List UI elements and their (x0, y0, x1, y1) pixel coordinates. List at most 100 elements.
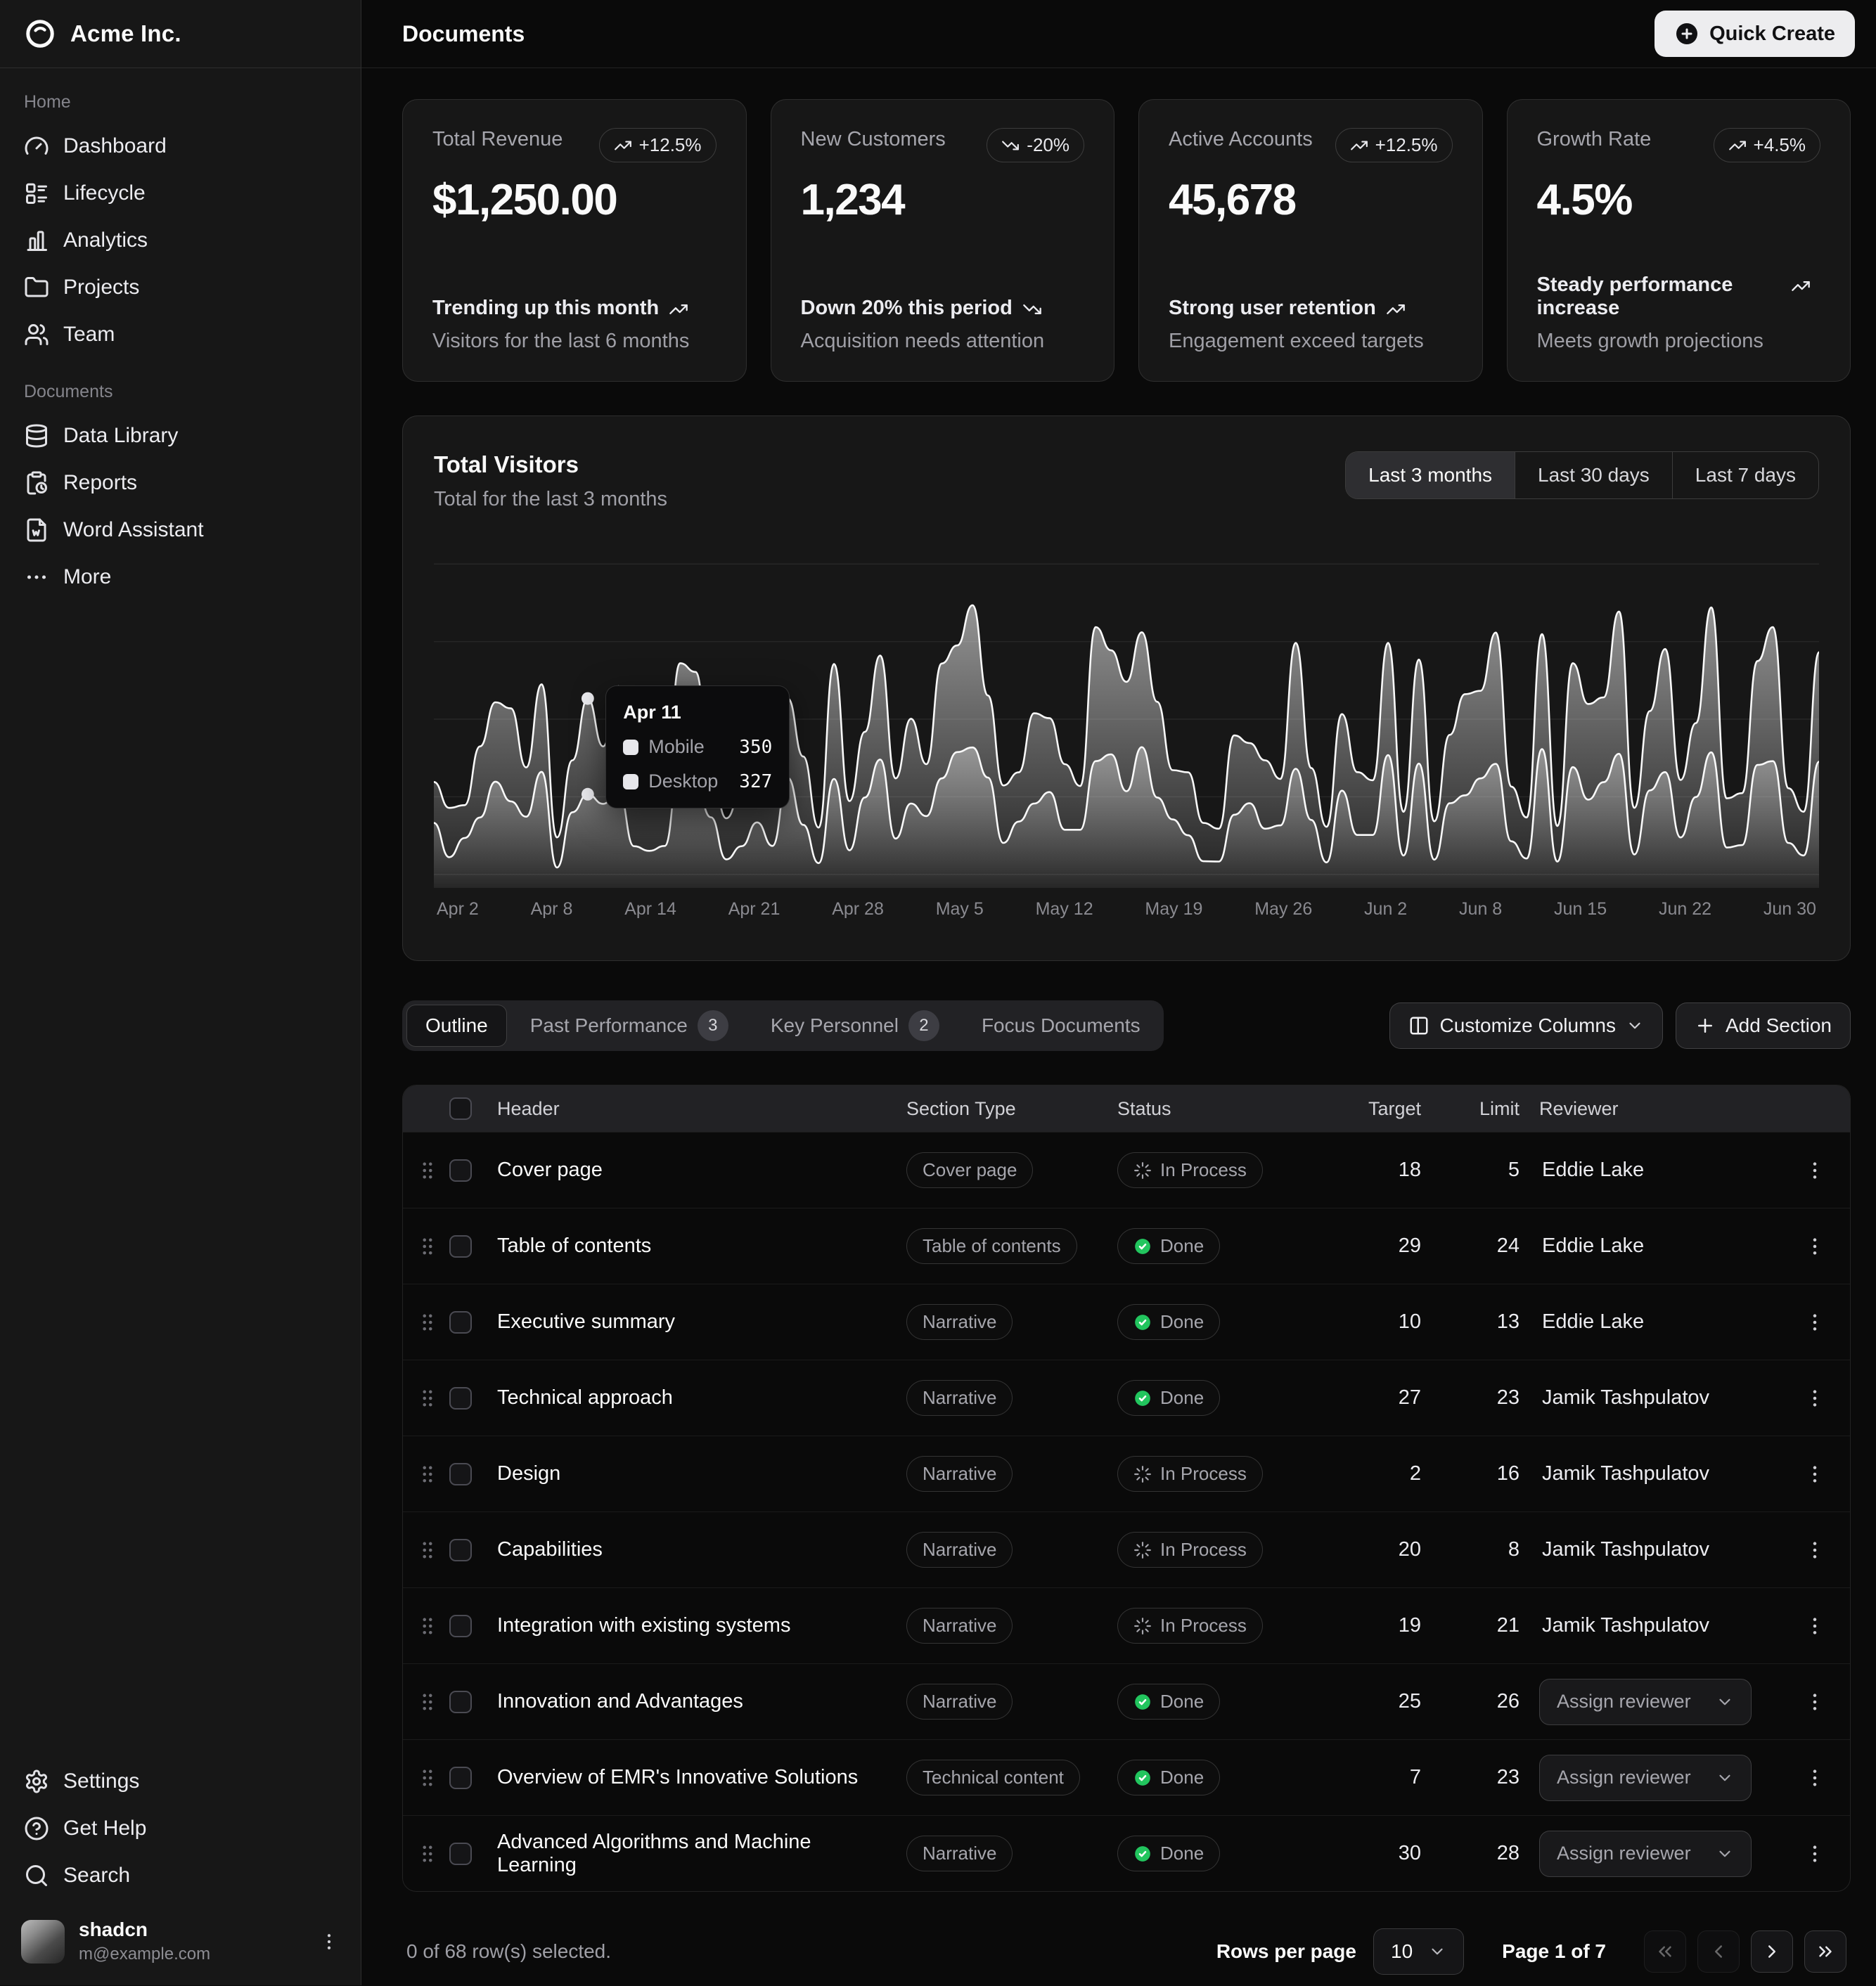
target-value[interactable]: 20 (1342, 1538, 1441, 1561)
row-menu-icon[interactable] (1804, 1615, 1826, 1637)
ellipsis-icon (24, 565, 49, 590)
row-menu-icon[interactable] (1804, 1767, 1826, 1789)
sidebar-item-more[interactable]: More (11, 553, 349, 600)
prev-page-button[interactable] (1697, 1930, 1740, 1973)
target-value[interactable]: 30 (1342, 1842, 1441, 1865)
sidebar-item-data-library[interactable]: Data Library (11, 412, 349, 459)
drag-handle-icon[interactable] (416, 1234, 439, 1258)
row-menu-icon[interactable] (1804, 1463, 1826, 1485)
row-header[interactable]: Design (497, 1462, 906, 1485)
sidebar-item-dashboard[interactable]: Dashboard (11, 122, 349, 169)
row-checkbox[interactable] (449, 1311, 472, 1334)
rows-per-page-select[interactable]: 10 (1373, 1928, 1464, 1975)
row-menu-icon[interactable] (1804, 1235, 1826, 1258)
sidebar-item-reports[interactable]: Reports (11, 459, 349, 506)
next-page-button[interactable] (1751, 1930, 1793, 1973)
row-checkbox[interactable] (449, 1691, 472, 1713)
add-section-button[interactable]: Add Section (1676, 1002, 1851, 1049)
row-header[interactable]: Integration with existing systems (497, 1614, 906, 1637)
limit-value[interactable]: 23 (1441, 1766, 1539, 1789)
row-menu-icon[interactable] (1804, 1311, 1826, 1334)
row-header[interactable]: Overview of EMR's Innovative Solutions (497, 1766, 906, 1789)
limit-value[interactable]: 8 (1441, 1538, 1539, 1561)
row-checkbox[interactable] (449, 1235, 472, 1258)
row-checkbox[interactable] (449, 1843, 472, 1865)
drag-handle-icon[interactable] (416, 1310, 439, 1334)
row-header[interactable]: Cover page (497, 1159, 906, 1182)
target-value[interactable]: 27 (1342, 1386, 1441, 1410)
range-last-7-days[interactable]: Last 7 days (1672, 452, 1818, 498)
row-header[interactable]: Innovation and Advantages (497, 1690, 906, 1713)
drag-handle-icon[interactable] (416, 1386, 439, 1410)
limit-value[interactable]: 5 (1441, 1159, 1539, 1182)
sidebar-item-word-assistant[interactable]: Word Assistant (11, 506, 349, 553)
tab-key-personnel[interactable]: Key Personnel2 (752, 1005, 958, 1047)
customize-columns-button[interactable]: Customize Columns (1389, 1002, 1663, 1049)
target-value[interactable]: 2 (1342, 1462, 1441, 1485)
tab-past-performance[interactable]: Past Performance3 (511, 1005, 747, 1047)
drag-handle-icon[interactable] (416, 1614, 439, 1638)
stat-card-value: 1,234 (801, 175, 1085, 225)
row-checkbox[interactable] (449, 1615, 472, 1637)
drag-handle-icon[interactable] (416, 1842, 439, 1866)
target-value[interactable]: 19 (1342, 1614, 1441, 1637)
drag-handle-icon[interactable] (416, 1462, 439, 1486)
tab-outline[interactable]: Outline (406, 1005, 507, 1047)
drag-handle-icon[interactable] (416, 1690, 439, 1714)
row-checkbox[interactable] (449, 1539, 472, 1561)
visitors-area-chart[interactable]: Apr 11 Mobile 350 Desktop 327 (434, 550, 1819, 888)
row-checkbox[interactable] (449, 1387, 472, 1410)
user-menu[interactable]: shadcn m@example.com (11, 1911, 349, 1971)
drag-handle-icon[interactable] (416, 1766, 439, 1790)
limit-value[interactable]: 13 (1441, 1310, 1539, 1334)
sidebar-item-lifecycle[interactable]: Lifecycle (11, 169, 349, 217)
row-header[interactable]: Advanced Algorithms and Machine Learning (497, 1831, 906, 1877)
target-value[interactable]: 10 (1342, 1310, 1441, 1334)
limit-value[interactable]: 21 (1441, 1614, 1539, 1637)
plus-icon (1695, 1015, 1716, 1036)
sidebar-brand[interactable]: Acme Inc. (0, 0, 361, 68)
sidebar-item-settings[interactable]: Settings (11, 1758, 349, 1805)
limit-value[interactable]: 28 (1441, 1842, 1539, 1865)
sidebar-item-analytics[interactable]: Analytics (11, 217, 349, 264)
range-last-30-days[interactable]: Last 30 days (1515, 452, 1672, 498)
assign-reviewer-select[interactable]: Assign reviewer (1539, 1679, 1752, 1725)
row-header[interactable]: Executive summary (497, 1310, 906, 1334)
row-menu-icon[interactable] (1804, 1843, 1826, 1865)
target-value[interactable]: 18 (1342, 1159, 1441, 1182)
target-value[interactable]: 25 (1342, 1690, 1441, 1713)
first-page-button[interactable] (1644, 1930, 1686, 1973)
target-value[interactable]: 29 (1342, 1234, 1441, 1258)
row-checkbox[interactable] (449, 1463, 472, 1485)
limit-value[interactable]: 16 (1441, 1462, 1539, 1485)
chevron-right-icon (1761, 1941, 1782, 1962)
row-checkbox[interactable] (449, 1159, 472, 1182)
row-menu-icon[interactable] (1804, 1691, 1826, 1713)
row-menu-icon[interactable] (1804, 1539, 1826, 1561)
range-last-3-months[interactable]: Last 3 months (1346, 452, 1515, 498)
last-page-button[interactable] (1804, 1930, 1846, 1973)
select-all-checkbox[interactable] (449, 1097, 472, 1120)
quick-create-button[interactable]: Quick Create (1655, 11, 1855, 57)
row-menu-icon[interactable] (1804, 1159, 1826, 1182)
assign-reviewer-select[interactable]: Assign reviewer (1539, 1831, 1752, 1877)
reviewer-name: Jamik Tashpulatov (1539, 1462, 1709, 1485)
row-header[interactable]: Table of contents (497, 1234, 906, 1258)
limit-value[interactable]: 24 (1441, 1234, 1539, 1258)
target-value[interactable]: 7 (1342, 1766, 1441, 1789)
sidebar-item-projects[interactable]: Projects (11, 264, 349, 311)
tab-focus-documents[interactable]: Focus Documents (963, 1005, 1159, 1047)
row-menu-icon[interactable] (1804, 1387, 1826, 1410)
assign-reviewer-select[interactable]: Assign reviewer (1539, 1755, 1752, 1801)
drag-handle-icon[interactable] (416, 1159, 439, 1182)
row-header[interactable]: Technical approach (497, 1386, 906, 1410)
drag-handle-icon[interactable] (416, 1538, 439, 1562)
row-header[interactable]: Capabilities (497, 1538, 906, 1561)
user-kebab-icon[interactable] (319, 1931, 340, 1952)
row-checkbox[interactable] (449, 1767, 472, 1789)
limit-value[interactable]: 23 (1441, 1386, 1539, 1410)
sidebar-item-team[interactable]: Team (11, 311, 349, 358)
limit-value[interactable]: 26 (1441, 1690, 1539, 1713)
sidebar-item-search[interactable]: Search (11, 1852, 349, 1899)
sidebar-item-get-help[interactable]: Get Help (11, 1805, 349, 1852)
